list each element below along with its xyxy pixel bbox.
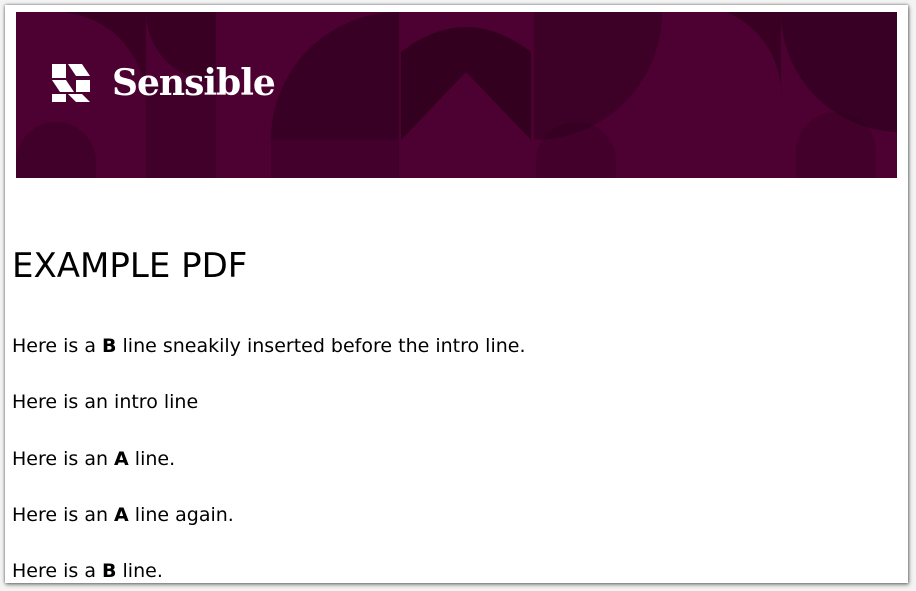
line-text: Here is an xyxy=(12,504,115,526)
document-title: EXAMPLE PDF xyxy=(12,246,248,286)
line-text: Here is an intro line xyxy=(12,391,199,413)
line-bold-letter: B xyxy=(102,335,117,357)
line-text: line sneakily inserted before the intro … xyxy=(116,335,526,357)
brand-name: Sensible xyxy=(112,62,276,104)
line-text: Here is a xyxy=(12,560,102,582)
line-bold-letter: A xyxy=(114,448,129,470)
line-text: line. xyxy=(128,448,176,470)
line-text: Here is a xyxy=(12,335,102,357)
header-banner: Sensible xyxy=(16,12,897,178)
line-text: line again. xyxy=(128,504,234,526)
brand-logo: Sensible xyxy=(50,62,276,104)
document-line: Here is a B line sneakily inserted befor… xyxy=(12,335,526,358)
line-text: Here is an xyxy=(12,448,115,470)
pdf-page: Sensible EXAMPLE PDF Here is a B line sn… xyxy=(5,5,908,583)
document-line: Here is an intro line xyxy=(12,391,198,414)
line-bold-letter: A xyxy=(114,504,129,526)
document-line: Here is an A line. xyxy=(12,448,175,471)
document-line: Here is an A line again. xyxy=(12,504,234,527)
line-bold-letter: B xyxy=(102,560,117,582)
sensible-logo-icon xyxy=(52,64,90,102)
line-text: line. xyxy=(116,560,163,582)
document-line: Here is a B line. xyxy=(12,560,163,583)
